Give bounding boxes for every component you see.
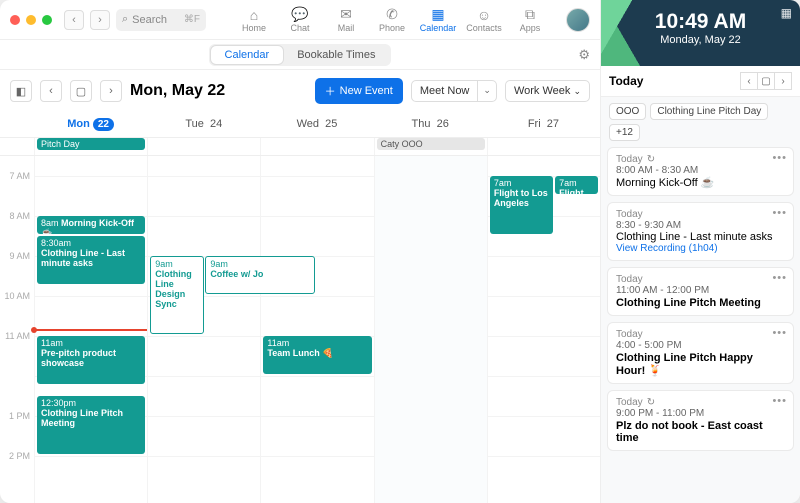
minimize-window-button[interactable] [26,15,36,25]
day-header-row: Mon 22 Tue 24 Wed 25 Thu 26 Fri 27 [0,112,600,138]
chevron-down-icon: ⌄ [573,86,581,97]
day-column-mon[interactable]: 8am Morning Kick-Off ☕ 8:30amClothing Li… [34,156,147,503]
day-header-wed[interactable]: Wed 25 [260,116,373,133]
close-window-button[interactable] [10,15,20,25]
event[interactable]: 9amClothing Line Design Sync [150,256,204,334]
meet-now-dropdown[interactable]: ⌄ [478,80,497,102]
home-icon: ⌂ [246,7,262,23]
more-icon[interactable]: ••• [772,207,787,219]
agenda-item[interactable]: ••• Today ↻ 9:00 PM - 11:00 PM Plz do no… [607,390,794,451]
agenda-header: Today ‹ ▢ › [601,66,800,97]
app-nav: ⌂Home 💬Chat ✉Mail ✆Phone ▦Calendar ☺Cont… [232,7,552,33]
more-icon[interactable]: ••• [772,395,787,407]
day-column-fri[interactable]: 7amFlight to Los Angeles 7am Flight to [487,156,600,503]
calendar-widget-icon[interactable]: ▦ [781,6,792,20]
clock-widget: ▦ 10:49 AM Monday, May 22 [601,0,800,66]
meet-now-button[interactable]: Meet Now [411,80,479,102]
agenda-today-button[interactable]: ▢ [757,72,775,90]
main-pane: ‹ › ⌕ Search ⌘F ⌂Home 💬Chat ✉Mail ✆Phone… [0,0,600,503]
allday-event[interactable]: Pitch Day [37,138,145,150]
event[interactable]: 7amFlight to Los Angeles [490,176,553,234]
repeat-icon: ↻ [647,397,655,408]
profile-avatar[interactable] [566,8,590,32]
today-button[interactable]: ▢ [70,80,92,102]
window-titlebar: ‹ › ⌕ Search ⌘F ⌂Home 💬Chat ✉Mail ✆Phone… [0,0,600,40]
decorative-leaves [601,0,641,66]
nav-home[interactable]: ⌂Home [232,7,276,33]
calendar-icon: ▦ [430,7,446,23]
apps-icon: ⧉ [522,7,538,23]
all-day-row: Pitch Day Caty OOO [0,138,600,156]
nav-forward-button[interactable]: › [90,10,110,30]
filter-more[interactable]: +12 [609,124,640,141]
event[interactable]: 9amCoffee w/ Jo [205,256,315,294]
nav-calendar[interactable]: ▦Calendar [416,7,460,33]
event[interactable]: 8:30amClothing Line - Last minute asks [37,236,145,284]
day-header-fri[interactable]: Fri 27 [487,116,600,133]
agenda-sidebar: ▦ 10:49 AM Monday, May 22 Today ‹ ▢ › OO… [600,0,800,503]
calendar-grid[interactable]: 7 AM 8 AM 9 AM 10 AM 11 AM 1 PM 2 PM 8am… [0,156,600,503]
nav-contacts[interactable]: ☺Contacts [462,7,506,33]
search-icon: ⌕ [122,13,128,26]
app-window: ‹ › ⌕ Search ⌘F ⌂Home 💬Chat ✉Mail ✆Phone… [0,0,800,503]
zoom-window-button[interactable] [42,15,52,25]
agenda-item[interactable]: ••• Today 11:00 AM - 12:00 PM Clothing L… [607,267,794,316]
event[interactable]: 11amTeam Lunch 🍕 [263,336,371,374]
agenda-filters: OOO Clothing Line Pitch Day +12 [601,97,800,147]
agenda-item[interactable]: ••• Today 8:30 - 9:30 AM Clothing Line -… [607,202,794,261]
agenda-list[interactable]: ••• Today ↻ 8:00 AM - 8:30 AM Morning Ki… [601,147,800,503]
nav-back-button[interactable]: ‹ [64,10,84,30]
more-icon[interactable]: ••• [772,327,787,339]
day-header-mon[interactable]: Mon 22 [34,116,147,133]
contacts-icon: ☺ [476,7,492,23]
filter-pitch-day[interactable]: Clothing Line Pitch Day [650,103,768,120]
more-icon[interactable]: ••• [772,272,787,284]
day-column-wed[interactable]: 9amCoffee w/ Jo 11amTeam Lunch 🍕 [260,156,373,503]
calendar-header: ◧ ‹ ▢ › Mon, May 22 ＋New Event Meet Now … [0,70,600,112]
filter-ooo[interactable]: OOO [609,103,646,120]
agenda-next-button[interactable]: › [774,72,792,90]
tab-bookable-times[interactable]: Bookable Times [283,46,389,64]
agenda-prev-button[interactable]: ‹ [740,72,758,90]
nav-phone[interactable]: ✆Phone [370,7,414,33]
prev-period-button[interactable]: ‹ [40,80,62,102]
view-select[interactable]: Work Week ⌄ [505,80,590,102]
search-input[interactable]: ⌕ Search ⌘F [116,9,206,31]
nav-chat[interactable]: 💬Chat [278,7,322,33]
more-icon[interactable]: ••• [772,152,787,164]
toggle-sidebar-button[interactable]: ◧ [10,80,32,102]
day-column-tue[interactable]: 9amClothing Line Design Sync [147,156,260,503]
agenda-item[interactable]: ••• Today 4:00 - 5:00 PM Clothing Line P… [607,322,794,384]
repeat-icon: ↻ [647,154,655,165]
traffic-lights [10,15,52,25]
chat-icon: 💬 [292,7,308,23]
search-placeholder: Search [132,14,167,26]
page-title: Mon, May 22 [130,82,225,100]
mail-icon: ✉ [338,7,354,23]
agenda-item[interactable]: ••• Today ↻ 8:00 AM - 8:30 AM Morning Ki… [607,147,794,196]
phone-icon: ✆ [384,7,400,23]
new-event-button[interactable]: ＋New Event [315,78,403,104]
calendar-subnav: Calendar Bookable Times ⚙ [0,40,600,70]
event[interactable]: 7am Flight to [555,176,598,194]
nav-apps[interactable]: ⧉Apps [508,7,552,33]
event[interactable]: 11amPre-pitch product showcase [37,336,145,384]
next-period-button[interactable]: › [100,80,122,102]
day-header-thu[interactable]: Thu 26 [374,116,487,133]
allday-event[interactable]: Caty OOO [377,138,485,150]
settings-icon[interactable]: ⚙ [578,47,590,63]
day-column-thu[interactable] [374,156,487,503]
event[interactable]: 8am Morning Kick-Off ☕ [37,216,145,234]
now-indicator [35,329,147,331]
nav-mail[interactable]: ✉Mail [324,7,368,33]
agenda-label: Today [609,74,643,88]
event[interactable]: 12:30pmClothing Line Pitch Meeting [37,396,145,454]
subnav-pills: Calendar Bookable Times [209,44,392,66]
time-axis: 7 AM 8 AM 9 AM 10 AM 11 AM 1 PM 2 PM [0,156,34,503]
search-shortcut: ⌘F [184,14,200,25]
day-header-tue[interactable]: Tue 24 [147,116,260,133]
view-recording-link[interactable]: View Recording (1h04) [616,243,785,254]
plus-icon: ＋ [325,83,336,99]
tab-calendar[interactable]: Calendar [211,46,284,64]
